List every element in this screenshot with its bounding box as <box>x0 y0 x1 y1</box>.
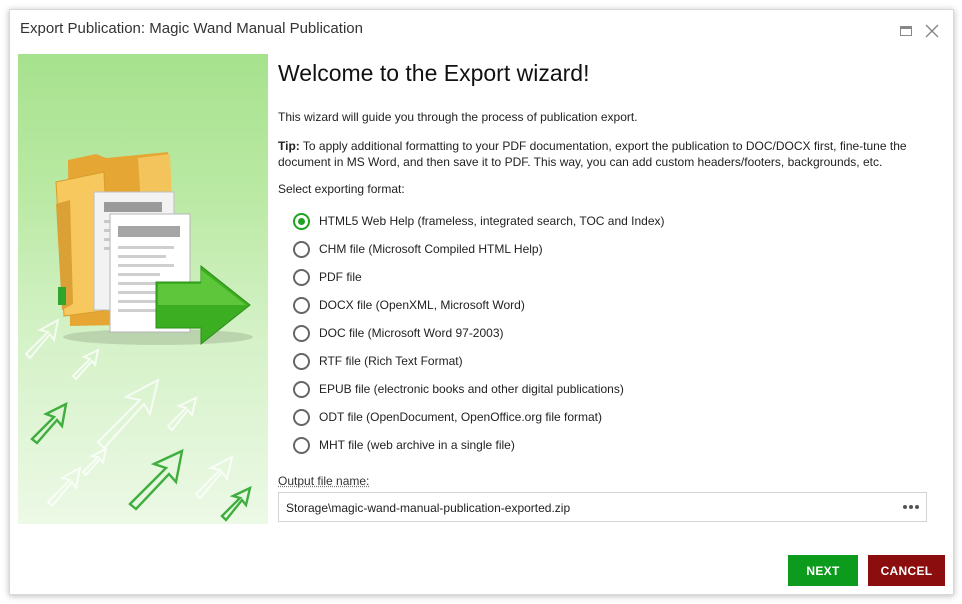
radio-button[interactable] <box>293 408 310 426</box>
title-bar: Export Publication: Magic Wand Manual Pu… <box>10 10 953 50</box>
radio-button[interactable] <box>293 212 310 230</box>
radio-button[interactable] <box>293 268 310 286</box>
format-option-chm[interactable]: CHM file (Microsoft Compiled HTML Help) <box>293 235 665 263</box>
export-dialog: Export Publication: Magic Wand Manual Pu… <box>9 9 954 595</box>
intro-text: This wizard will guide you through the p… <box>278 110 638 124</box>
folder-export-illustration <box>18 54 268 524</box>
radio-button[interactable] <box>293 352 310 370</box>
output-file-label: Output file name: <box>278 474 370 488</box>
format-option-label: DOC file (Microsoft Word 97-2003) <box>319 326 504 340</box>
tip-label: Tip: <box>278 139 300 153</box>
close-icon[interactable] <box>925 24 939 38</box>
format-option-label: CHM file (Microsoft Compiled HTML Help) <box>319 242 543 256</box>
radio-button[interactable] <box>293 380 310 398</box>
format-option-odt[interactable]: ODT file (OpenDocument, OpenOffice.org f… <box>293 403 665 431</box>
format-option-mht[interactable]: MHT file (web archive in a single file) <box>293 431 665 459</box>
radio-button[interactable] <box>293 240 310 258</box>
format-option-pdf[interactable]: PDF file <box>293 263 665 291</box>
radio-button[interactable] <box>293 324 310 342</box>
radio-button[interactable] <box>293 436 310 454</box>
format-option-label: PDF file <box>319 270 362 284</box>
ellipsis-icon[interactable] <box>902 501 920 513</box>
format-option-label: HTML5 Web Help (frameless, integrated se… <box>319 214 665 228</box>
format-option-epub[interactable]: EPUB file (electronic books and other di… <box>293 375 665 403</box>
cancel-button[interactable]: CANCEL <box>868 555 945 586</box>
format-option-label: MHT file (web archive in a single file) <box>319 438 515 452</box>
output-file-value[interactable]: Storage\magic-wand-manual-publication-ex… <box>286 501 570 515</box>
format-option-label: DOCX file (OpenXML, Microsoft Word) <box>319 298 525 312</box>
tip-text: Tip: To apply additional formatting to y… <box>278 138 928 170</box>
format-option-rtf[interactable]: RTF file (Rich Text Format) <box>293 347 665 375</box>
format-option-label: EPUB file (electronic books and other di… <box>319 382 624 396</box>
format-option-label: ODT file (OpenDocument, OpenOffice.org f… <box>319 410 603 424</box>
format-label: Select exporting format: <box>278 182 405 196</box>
format-option-html5[interactable]: HTML5 Web Help (frameless, integrated se… <box>293 207 665 235</box>
output-file-field[interactable]: Storage\magic-wand-manual-publication-ex… <box>278 492 927 522</box>
format-radio-group: HTML5 Web Help (frameless, integrated se… <box>293 207 665 459</box>
next-button[interactable]: NEXT <box>788 555 858 586</box>
page-title: Welcome to the Export wizard! <box>278 60 590 86</box>
radio-button[interactable] <box>293 296 310 314</box>
format-option-doc[interactable]: DOC file (Microsoft Word 97-2003) <box>293 319 665 347</box>
maximize-icon[interactable] <box>899 24 913 38</box>
tip-body: To apply additional formatting to your P… <box>278 139 907 169</box>
window-title: Export Publication: Magic Wand Manual Pu… <box>20 20 363 37</box>
format-option-label: RTF file (Rich Text Format) <box>319 354 463 368</box>
format-option-docx[interactable]: DOCX file (OpenXML, Microsoft Word) <box>293 291 665 319</box>
